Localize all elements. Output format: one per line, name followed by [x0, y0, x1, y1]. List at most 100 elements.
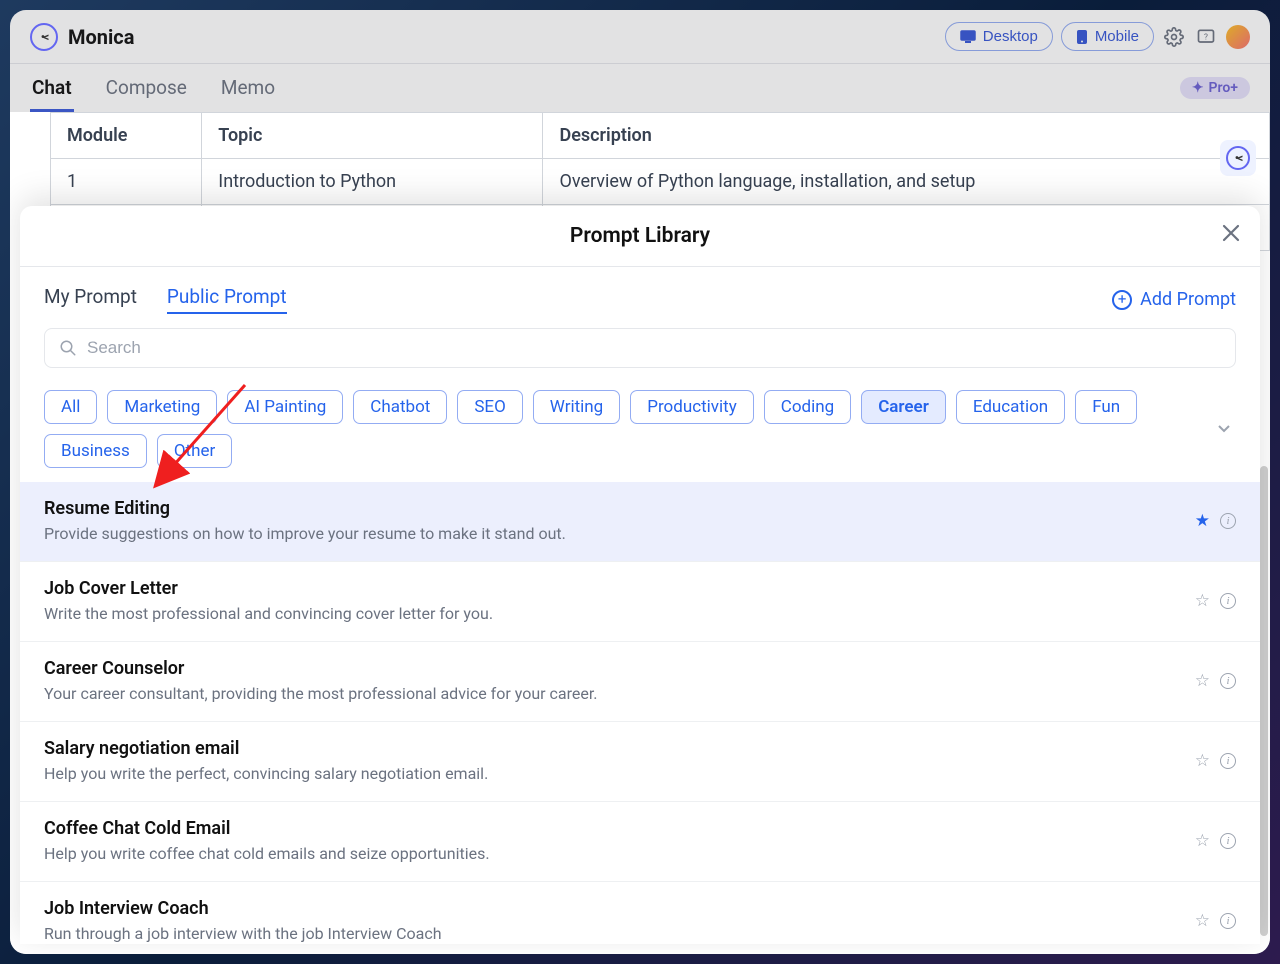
- mobile-label: Mobile: [1095, 28, 1139, 45]
- prompt-desc: Help you write the perfect, convincing s…: [44, 764, 488, 783]
- filter-expand-button[interactable]: [1218, 425, 1230, 433]
- prompt-item[interactable]: Job Interview Coach Run through a job int…: [20, 882, 1260, 944]
- rail-monica-button[interactable]: [1220, 140, 1256, 176]
- star-icon[interactable]: ☆: [1195, 591, 1210, 611]
- info-icon[interactable]: i: [1220, 673, 1236, 689]
- close-button[interactable]: [1222, 224, 1240, 242]
- info-icon[interactable]: i: [1220, 513, 1236, 529]
- prompt-text: Salary negotiation emailHelp you write t…: [44, 738, 488, 783]
- prompt-title: Job Cover Letter: [44, 578, 493, 599]
- star-icon[interactable]: ☆: [1195, 831, 1210, 851]
- desktop-label: Desktop: [983, 28, 1038, 45]
- svg-text:?: ?: [1204, 32, 1208, 42]
- feedback-button[interactable]: ?: [1194, 25, 1218, 49]
- modal-tabs-row: My Prompt Public Prompt + Add Prompt: [20, 267, 1260, 328]
- close-icon: [1222, 224, 1240, 242]
- prompt-library-modal: Prompt Library My Prompt Public Prompt +…: [20, 206, 1260, 944]
- modal-title: Prompt Library: [570, 224, 710, 248]
- sparkle-icon: ✦: [1192, 80, 1204, 96]
- th-topic: Topic: [202, 113, 543, 159]
- prompt-actions: ★i: [1195, 511, 1236, 531]
- filter-chip-career[interactable]: Career: [861, 390, 946, 424]
- prompt-text: Job Interview Coach Run through a job int…: [44, 898, 442, 943]
- add-prompt-label: Add Prompt: [1140, 289, 1236, 310]
- filter-chip-chatbot[interactable]: Chatbot: [353, 390, 447, 424]
- info-icon[interactable]: i: [1220, 753, 1236, 769]
- avatar[interactable]: [1226, 25, 1250, 49]
- star-icon[interactable]: ★: [1195, 511, 1210, 531]
- prompt-title: Job Interview Coach: [44, 898, 442, 919]
- td-desc: Overview of Python language, installatio…: [543, 159, 1270, 205]
- filter-chip-coding[interactable]: Coding: [764, 390, 851, 424]
- prompt-desc: Help you write coffee chat cold emails a…: [44, 844, 490, 863]
- prompt-actions: ☆i: [1195, 831, 1236, 851]
- prompt-item[interactable]: Career CounselorYour career consultant, …: [20, 642, 1260, 722]
- pro-badge[interactable]: ✦ Pro+: [1180, 77, 1250, 99]
- search-input[interactable]: [87, 338, 1221, 358]
- prompt-item[interactable]: Salary negotiation emailHelp you write t…: [20, 722, 1260, 802]
- pro-label: Pro+: [1209, 80, 1238, 96]
- prompt-item[interactable]: Coffee Chat Cold Email Help you write cof…: [20, 802, 1260, 882]
- modal-tab-group: My Prompt Public Prompt: [44, 285, 287, 314]
- prompt-actions: ☆i: [1195, 591, 1236, 611]
- filter-chip-seo[interactable]: SEO: [457, 390, 522, 424]
- search-wrap: [20, 328, 1260, 380]
- tab-chat[interactable]: Chat: [30, 64, 74, 112]
- filter-chip-business[interactable]: Business: [44, 434, 147, 468]
- tab-memo[interactable]: Memo: [219, 64, 277, 112]
- search-field[interactable]: [44, 328, 1236, 368]
- filter-chip-ai-painting[interactable]: AI Painting: [227, 390, 343, 424]
- brand: Monica: [30, 23, 134, 51]
- prompt-text: Job Cover Letter Write the most professio…: [44, 578, 493, 623]
- brand-name: Monica: [68, 25, 134, 49]
- monica-mini-icon: [1226, 146, 1250, 170]
- desktop-icon: [960, 30, 976, 44]
- star-icon[interactable]: ☆: [1195, 671, 1210, 691]
- filter-chip-fun[interactable]: Fun: [1075, 390, 1137, 424]
- top-actions: Desktop Mobile ?: [945, 22, 1250, 51]
- search-icon: [59, 339, 77, 357]
- prompt-desc: Run through a job interview with the job…: [44, 924, 442, 943]
- info-icon[interactable]: i: [1220, 913, 1236, 929]
- filter-chip-all[interactable]: All: [44, 390, 97, 424]
- td-module: 1: [51, 159, 202, 205]
- prompt-desc: Write the most professional and convinci…: [44, 604, 493, 623]
- star-icon[interactable]: ☆: [1195, 911, 1210, 931]
- plus-circle-icon: +: [1112, 290, 1132, 310]
- prompt-actions: ☆i: [1195, 751, 1236, 771]
- filter-chip-other[interactable]: Other: [157, 434, 232, 468]
- mobile-icon: [1076, 29, 1088, 45]
- prompt-text: Coffee Chat Cold Email Help you write cof…: [44, 818, 490, 863]
- settings-button[interactable]: [1162, 25, 1186, 49]
- prompt-actions: ☆i: [1195, 671, 1236, 691]
- prompt-title: Resume Editing: [44, 498, 566, 519]
- main-tabbar: Chat Compose Memo ✦ Pro+: [10, 64, 1270, 112]
- info-icon[interactable]: i: [1220, 593, 1236, 609]
- prompt-list: Resume EditingProvide suggestions on how…: [20, 482, 1260, 944]
- prompt-title: Coffee Chat Cold Email: [44, 818, 490, 839]
- prompt-desc: Your career consultant, providing the mo…: [44, 684, 598, 703]
- mobile-button[interactable]: Mobile: [1061, 22, 1154, 51]
- th-module: Module: [51, 113, 202, 159]
- right-rail: [1216, 140, 1260, 176]
- filter-chip-writing[interactable]: Writing: [533, 390, 620, 424]
- td-topic: Introduction to Python: [202, 159, 543, 205]
- gear-icon: [1164, 27, 1184, 47]
- filter-chip-productivity[interactable]: Productivity: [630, 390, 754, 424]
- tab-my-prompt[interactable]: My Prompt: [44, 285, 137, 314]
- add-prompt-button[interactable]: + Add Prompt: [1112, 289, 1236, 310]
- prompt-item[interactable]: Resume EditingProvide suggestions on how…: [20, 482, 1260, 562]
- feedback-icon: ?: [1196, 27, 1216, 47]
- tab-compose[interactable]: Compose: [104, 64, 189, 112]
- info-icon[interactable]: i: [1220, 833, 1236, 849]
- desktop-button[interactable]: Desktop: [945, 22, 1053, 51]
- prompt-item[interactable]: Job Cover Letter Write the most professio…: [20, 562, 1260, 642]
- scrollbar[interactable]: [1260, 466, 1268, 936]
- topbar: Monica Desktop Mobile ?: [10, 10, 1270, 64]
- prompt-actions: ☆i: [1195, 911, 1236, 931]
- star-icon[interactable]: ☆: [1195, 751, 1210, 771]
- prompt-text: Career CounselorYour career consultant, …: [44, 658, 598, 703]
- filter-chip-marketing[interactable]: Marketing: [107, 390, 217, 424]
- tab-public-prompt[interactable]: Public Prompt: [167, 285, 287, 314]
- filter-chip-education[interactable]: Education: [956, 390, 1065, 424]
